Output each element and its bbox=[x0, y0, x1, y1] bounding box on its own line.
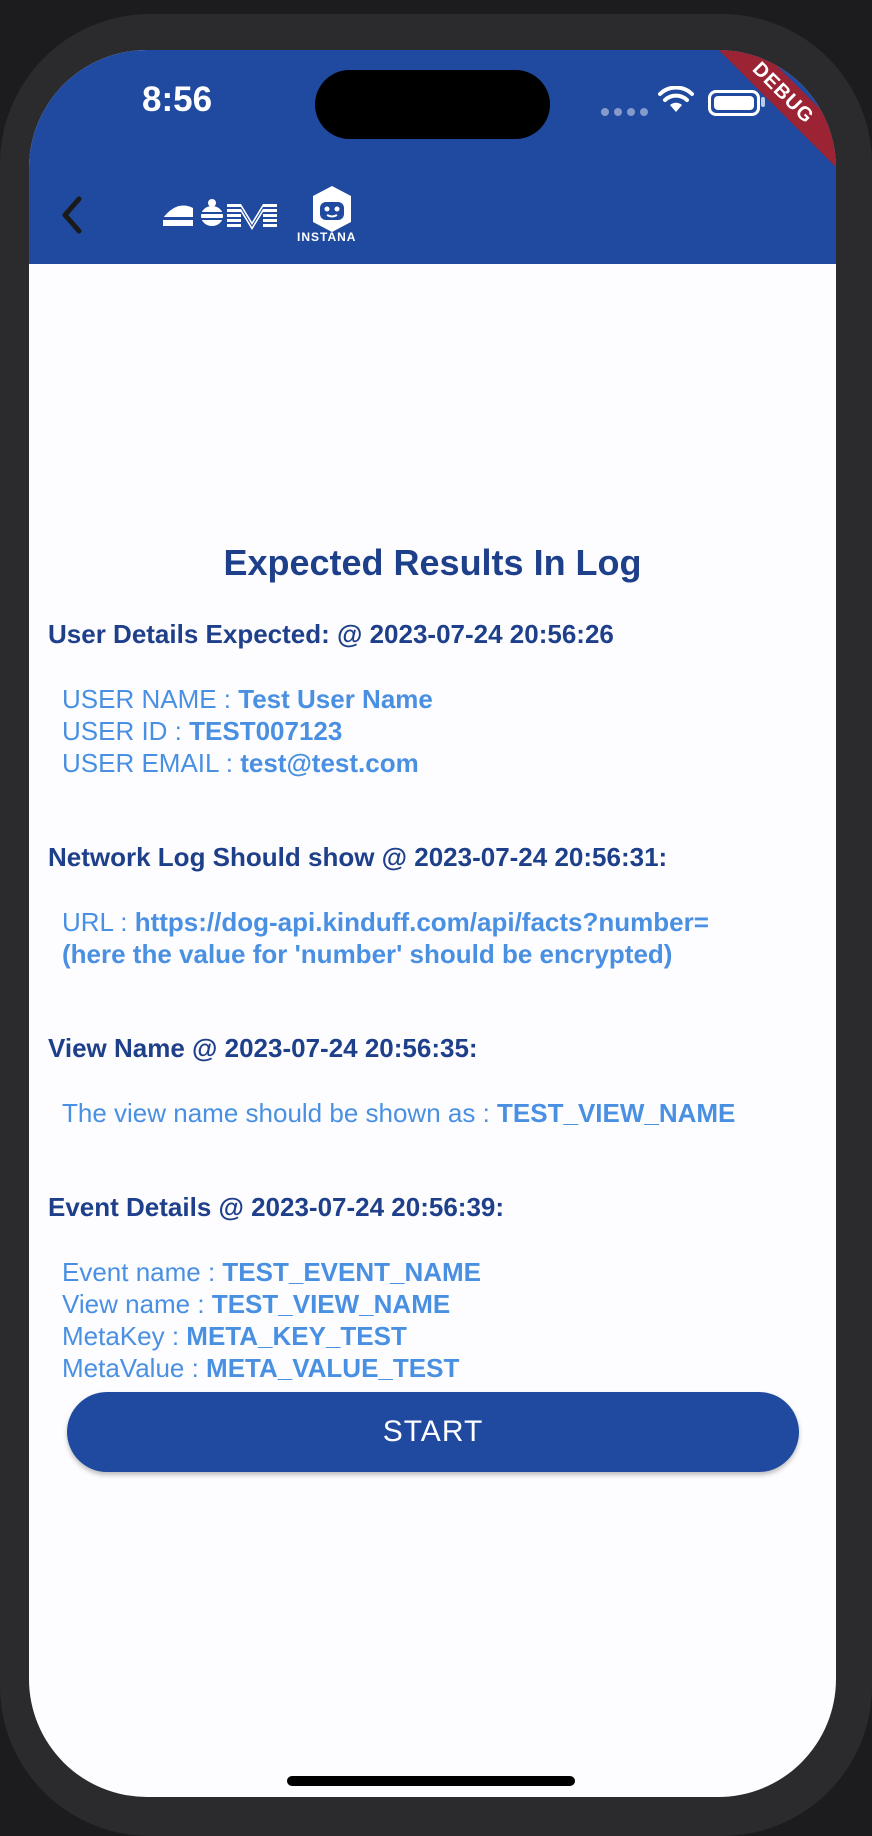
signal-icon bbox=[601, 108, 648, 116]
event-meta-value-line: MetaValue : META_VALUE_TEST bbox=[62, 1353, 460, 1383]
home-indicator[interactable] bbox=[287, 1776, 575, 1786]
view-name-heading: View Name @ 2023-07-24 20:56:35: bbox=[48, 1033, 478, 1063]
event-meta-key-line: MetaKey : META_KEY_TEST bbox=[62, 1321, 407, 1351]
status-time: 8:56 bbox=[142, 80, 213, 119]
app-bar: 8:56 DEBUG INSTANA bbox=[29, 50, 836, 264]
back-arrow-icon[interactable] bbox=[53, 193, 97, 237]
user-email-line: USER EMAIL : test@test.com bbox=[62, 748, 419, 778]
battery-tip bbox=[761, 97, 765, 107]
event-details-heading: Event Details @ 2023-07-24 20:56:39: bbox=[48, 1192, 505, 1222]
ibm-logo-icon bbox=[163, 199, 277, 230]
user-name-line: USER NAME : Test User Name bbox=[62, 684, 433, 714]
event-view-name-line: View name : TEST_VIEW_NAME bbox=[62, 1289, 451, 1319]
user-id-line: USER ID : TEST007123 bbox=[62, 716, 343, 746]
wifi-icon bbox=[658, 86, 694, 112]
user-details-heading: User Details Expected: @ 2023-07-24 20:5… bbox=[48, 619, 614, 649]
network-url-note: (here the value for 'number' should be e… bbox=[62, 939, 673, 969]
start-button[interactable]: START bbox=[67, 1392, 799, 1472]
view-name-line: The view name should be shown as : TEST_… bbox=[62, 1098, 736, 1128]
battery-icon bbox=[708, 90, 760, 116]
dynamic-island bbox=[315, 70, 550, 139]
instana-label: INSTANA bbox=[297, 230, 357, 244]
network-url-line: URL : https://dog-api.kinduff.com/api/fa… bbox=[62, 907, 709, 937]
phone-screen: 8:56 DEBUG INSTANA Expected Results In L… bbox=[29, 50, 836, 1797]
network-log-heading: Network Log Should show @ 2023-07-24 20:… bbox=[48, 842, 668, 872]
page-title: Expected Results In Log bbox=[223, 542, 642, 583]
event-name-line: Event name : TEST_EVENT_NAME bbox=[62, 1257, 482, 1287]
